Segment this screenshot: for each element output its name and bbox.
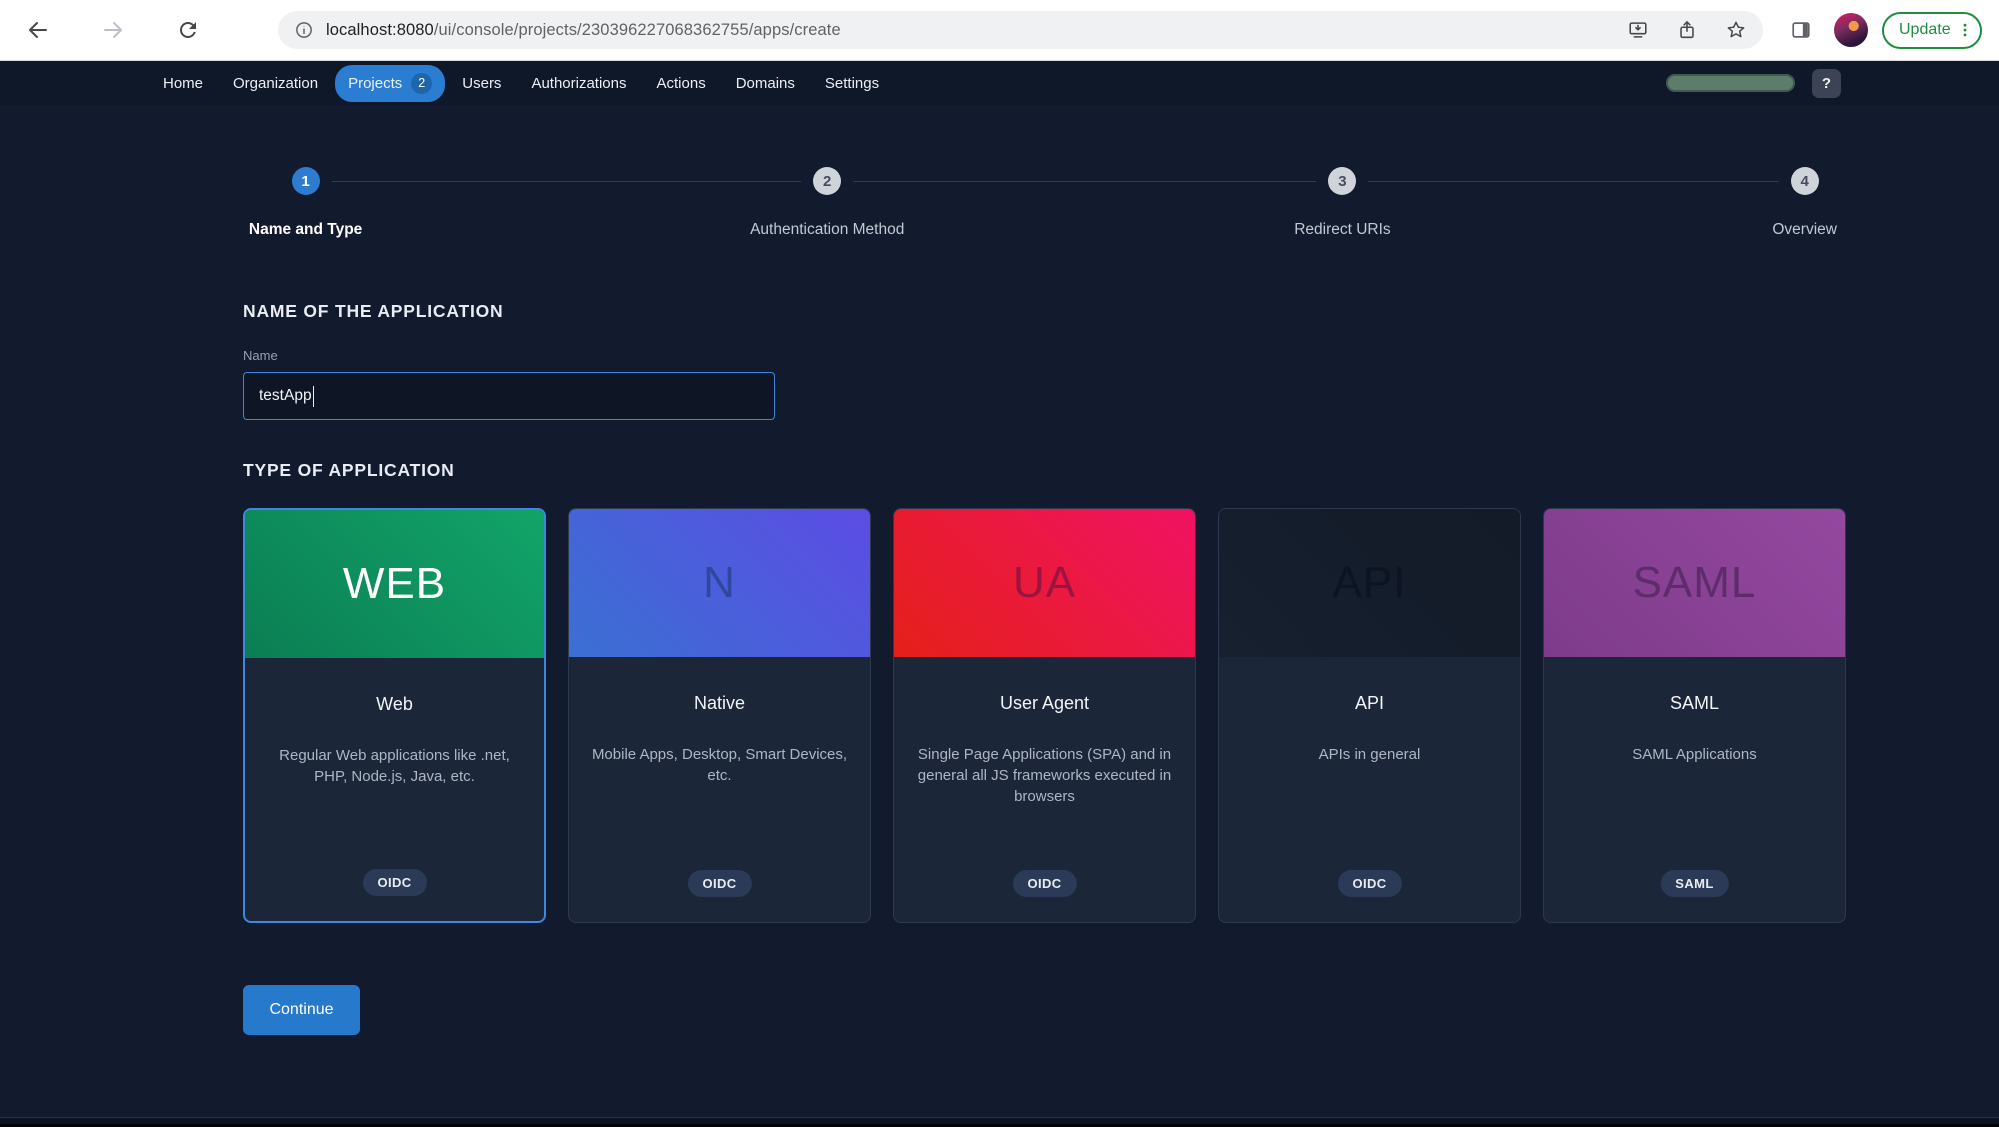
step-label-2[interactable]: Authentication Method xyxy=(750,221,904,239)
nav-item-domains[interactable]: Domains xyxy=(723,67,808,100)
forward-icon[interactable] xyxy=(101,18,125,42)
org-context-skeleton xyxy=(1666,74,1795,92)
install-app-icon[interactable] xyxy=(1627,19,1649,41)
share-icon[interactable] xyxy=(1676,19,1698,41)
user-agent-card-body: User Agent Single Page Applications (SPA)… xyxy=(894,657,1195,922)
app-type-cards: WEB Web Regular Web applications like .net… xyxy=(243,508,1848,923)
step-connector-line xyxy=(331,181,802,182)
web-card-body: Web Regular Web applications like .net, P… xyxy=(245,658,544,921)
name-input-value: testApp xyxy=(259,387,312,404)
protocol-badge: OIDC xyxy=(1337,870,1402,897)
app-type-description: SAML Applications xyxy=(1632,746,1757,763)
api-banner-abbr: API xyxy=(1332,558,1407,607)
name-input[interactable]: testApp xyxy=(243,372,775,420)
reload-icon[interactable] xyxy=(176,18,200,42)
app-type-description: Single Page Applications (SPA) and in ge… xyxy=(917,746,1172,805)
site-info-icon[interactable] xyxy=(294,20,314,40)
nav-item-actions[interactable]: Actions xyxy=(644,67,719,100)
projects-count-badge: 2 xyxy=(411,72,433,94)
web-banner-abbr: WEB xyxy=(342,559,447,608)
address-bar[interactable]: localhost:8080/ui/console/projects/23039… xyxy=(278,11,1763,49)
name-field-label: Name xyxy=(243,348,278,363)
protocol-badge: OIDC xyxy=(687,870,752,897)
side-panel-icon[interactable] xyxy=(1790,19,1812,41)
step-circle-3[interactable]: 3 xyxy=(1328,167,1357,195)
app-type-title: API xyxy=(1354,693,1384,713)
browser-menu-kebab-icon[interactable] xyxy=(1956,21,1974,39)
step-circle-1[interactable]: 1 xyxy=(291,167,320,195)
api-card-body: API APIs in general OIDC xyxy=(1219,657,1520,922)
stepper: 1 Name and Type 2 Authentication Method 3 Red… xyxy=(243,161,1848,261)
text-caret xyxy=(312,385,315,407)
type-section-title: TYPE OF APPLICATION xyxy=(243,460,455,480)
nav-item-label: Users xyxy=(462,74,502,92)
app-type-card-api[interactable]: API API APIs in general OIDC xyxy=(1218,508,1521,923)
browser-profile-avatar[interactable] xyxy=(1834,13,1868,47)
help-button[interactable]: ? xyxy=(1812,68,1841,98)
back-icon[interactable] xyxy=(26,18,50,42)
continue-button[interactable]: Continue xyxy=(243,985,360,1035)
nav-item-authorizations[interactable]: Authorizations xyxy=(518,67,639,100)
step-circle-2[interactable]: 2 xyxy=(813,167,842,195)
web-card-banner: WEB xyxy=(245,510,544,658)
protocol-badge: OIDC xyxy=(1012,870,1077,897)
nav-item-label: Organization xyxy=(233,74,319,92)
app-type-card-user-agent[interactable]: UA User Agent Single Page Applications (SP… xyxy=(893,508,1196,923)
native-card-body: Native Mobile Apps, Desktop, Smart Device… xyxy=(569,657,870,922)
native-banner-abbr: N xyxy=(703,558,736,607)
app-type-title: SAML xyxy=(1669,693,1720,713)
app-type-description: APIs in general xyxy=(1318,746,1421,763)
console-nav-bar: Home Organization Projects 2 Users Authorizat… xyxy=(0,61,1999,105)
step-label-4[interactable]: Overview xyxy=(1772,221,1837,239)
nav-item-label: Projects xyxy=(348,74,403,92)
app-type-card-web[interactable]: WEB Web Regular Web applications like .net… xyxy=(243,508,546,923)
browser-chrome: localhost:8080/ui/console/projects/23039… xyxy=(0,0,1999,61)
protocol-badge: SAML xyxy=(1660,870,1729,897)
step-label-3[interactable]: Redirect URIs xyxy=(1294,221,1390,239)
url-path: /ui/console/projects/230396227068362755/… xyxy=(433,20,841,39)
update-button[interactable]: Update xyxy=(1882,11,1982,49)
app-type-description: Mobile Apps, Desktop, Smart Devices, etc… xyxy=(591,746,848,784)
saml-card-banner: SAML xyxy=(1544,509,1845,657)
nav-item-users[interactable]: Users xyxy=(449,67,514,100)
url-text: localhost:8080/ui/console/projects/23039… xyxy=(326,21,1611,40)
nav-item-settings[interactable]: Settings xyxy=(812,67,892,100)
nav-item-label: Authorizations xyxy=(531,74,627,92)
nav-item-label: Domains xyxy=(735,74,795,92)
app-type-title: Native xyxy=(693,693,746,713)
app-type-title: Web xyxy=(376,694,413,714)
app-type-description: Regular Web applications like .net, PHP,… xyxy=(279,747,510,785)
step-label-1[interactable]: Name and Type xyxy=(249,221,362,239)
saml-card-body: SAML SAML Applications SAML xyxy=(1544,657,1845,922)
app-type-title: User Agent xyxy=(999,693,1090,713)
bookmark-star-icon[interactable] xyxy=(1725,19,1747,41)
protocol-badge: OIDC xyxy=(362,869,427,896)
nav-item-home[interactable]: Home xyxy=(150,67,216,100)
nav-items: Home Organization Projects 2 Users Authorizat… xyxy=(150,64,892,102)
app-type-card-saml[interactable]: SAML SAML SAML Applications SAML xyxy=(1543,508,1846,923)
nav-item-label: Home xyxy=(163,74,204,92)
api-card-banner: API xyxy=(1219,509,1520,657)
native-card-banner: N xyxy=(569,509,870,657)
app-create-page: 1 Name and Type 2 Authentication Method 3 Red… xyxy=(243,161,1848,1035)
url-domain: localhost:8080 xyxy=(326,20,434,39)
step-connector-line xyxy=(1368,181,1779,182)
app-type-card-native[interactable]: N Native Mobile Apps, Desktop, Smart Devic… xyxy=(568,508,871,923)
nav-item-label: Actions xyxy=(656,74,706,92)
user-agent-card-banner: UA xyxy=(894,509,1195,657)
update-label: Update xyxy=(1899,21,1951,38)
nav-item-label: Settings xyxy=(824,74,880,92)
user-agent-banner-abbr: UA xyxy=(1012,558,1077,607)
step-connector-line xyxy=(853,181,1317,182)
step-circle-4[interactable]: 4 xyxy=(1790,167,1819,195)
nav-item-organization[interactable]: Organization xyxy=(220,67,331,100)
name-section-title: NAME OF THE APPLICATION xyxy=(243,301,504,321)
saml-banner-abbr: SAML xyxy=(1632,558,1757,607)
nav-item-projects[interactable]: Projects 2 xyxy=(335,64,446,102)
